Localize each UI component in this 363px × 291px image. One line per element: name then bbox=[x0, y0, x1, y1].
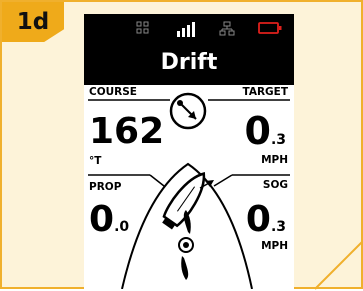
device-screen: Drift COURSE 162 °T TARGET 0.3 MPH PROP … bbox=[84, 14, 294, 289]
drift-graphic bbox=[88, 92, 290, 289]
compass-icon bbox=[169, 92, 207, 130]
sog-divider bbox=[213, 174, 233, 187]
